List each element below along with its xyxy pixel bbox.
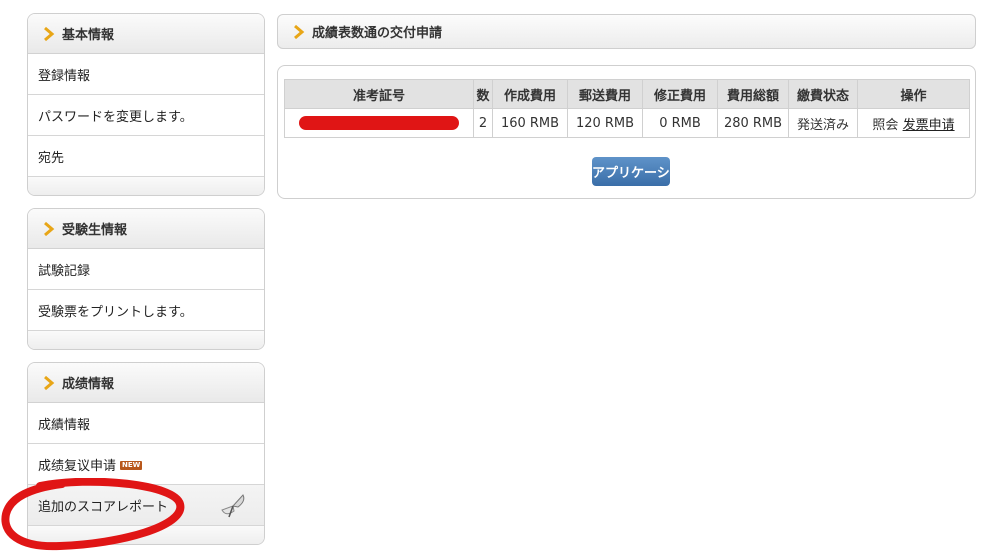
- panel-title-candidate: 受験生情報: [62, 223, 128, 238]
- sidebar-item-score-review[interactable]: 成绩复议申请 NEW: [28, 444, 264, 485]
- column-header: 修正費用: [642, 79, 718, 109]
- new-badge: NEW: [120, 460, 143, 470]
- column-header: 准考証号: [284, 79, 474, 109]
- creation-fee-cell: 160 RMB: [492, 108, 568, 138]
- sidebar-item-registration[interactable]: 登録情報: [28, 54, 264, 95]
- correction-fee-cell: 0 RMB: [642, 108, 718, 138]
- apply-button[interactable]: アプリケーション: [592, 157, 670, 186]
- sidebar-item-label: 追加のスコアレポート: [38, 499, 169, 515]
- redaction-mark: [299, 116, 459, 130]
- sidebar-item-label: 登録情報: [38, 68, 91, 84]
- sidebar-item-label: パスワードを変更します。: [38, 109, 193, 125]
- column-header: 繳費状态: [788, 79, 858, 109]
- sidebar-item-address[interactable]: 宛先: [28, 136, 264, 177]
- chevron-right-icon: [44, 375, 55, 390]
- column-header: 数: [473, 79, 493, 109]
- sidebar-item-label: 試験記録: [38, 263, 91, 279]
- sidebar-item-print-ticket[interactable]: 受験票をプリントします。: [28, 290, 264, 331]
- table-header-row: 准考証号 数 作成費用 郵送費用 修正費用 費用総額 繳費状态 操作: [284, 79, 970, 109]
- column-header: 作成費用: [492, 79, 568, 109]
- chevron-right-icon: [44, 221, 55, 236]
- panel-header-scores: 成绩情報: [28, 363, 264, 403]
- invoice-request-link[interactable]: 发票申请: [903, 118, 955, 133]
- sidebar-item-change-password[interactable]: パスワードを変更します。: [28, 95, 264, 136]
- sidebar-item-label: 受験票をプリントします。: [38, 304, 193, 320]
- panel-footer: [28, 331, 264, 349]
- payment-status-cell: 発送済み: [788, 108, 858, 138]
- sidebar-item-label: 成績情報: [38, 417, 91, 433]
- butterfly-icon: [221, 494, 245, 518]
- sidebar-item-exam-record[interactable]: 試験記録: [28, 249, 264, 290]
- sidebar-item-label: 宛先: [38, 150, 65, 166]
- panel-header-candidate: 受験生情報: [28, 209, 264, 249]
- panel-footer: [28, 526, 264, 544]
- score-report-request-box: 准考証号 数 作成費用 郵送費用 修正費用 費用総額 繳費状态 操作 2 160…: [277, 65, 976, 199]
- panel-title-scores: 成绩情報: [62, 377, 115, 392]
- postage-fee-cell: 120 RMB: [567, 108, 643, 138]
- page-header: 成績表数通の交付申請: [277, 14, 976, 49]
- sidebar-item-additional-score-report[interactable]: 追加のスコアレポート: [28, 485, 264, 526]
- panel-footer: [28, 177, 264, 195]
- column-header: 費用総額: [717, 79, 789, 109]
- chevron-right-icon: [44, 26, 55, 41]
- column-header: 郵送費用: [567, 79, 643, 109]
- table-row: 2 160 RMB 120 RMB 0 RMB 280 RMB 発送済み 照会 …: [284, 108, 970, 138]
- actions-cell: 照会 发票申请: [857, 108, 970, 138]
- chevron-right-icon: [294, 24, 305, 39]
- count-cell: 2: [473, 108, 493, 138]
- panel-title-basic: 基本情報: [62, 28, 115, 43]
- sidebar-panel-basic: 基本情報 登録情報 パスワードを変更します。 宛先: [27, 13, 265, 196]
- sidebar-panel-candidate: 受験生情報 試験記録 受験票をプリントします。: [27, 208, 265, 350]
- request-table: 准考証号 数 作成費用 郵送費用 修正費用 費用総額 繳費状态 操作 2 160…: [284, 79, 970, 138]
- sidebar-item-score-info[interactable]: 成績情報: [28, 403, 264, 444]
- total-fee-cell: 280 RMB: [717, 108, 789, 138]
- panel-header-basic: 基本情報: [28, 14, 264, 54]
- page-title: 成績表数通の交付申請: [312, 26, 443, 41]
- column-header: 操作: [857, 79, 970, 109]
- inquiry-link[interactable]: 照会: [872, 118, 898, 133]
- registration-number-cell: [284, 108, 474, 138]
- sidebar-item-label: 成绩复议申请: [38, 458, 117, 474]
- sidebar-panel-scores: 成绩情報 成績情報 成绩复议申请 NEW 追加のスコアレポート: [27, 362, 265, 545]
